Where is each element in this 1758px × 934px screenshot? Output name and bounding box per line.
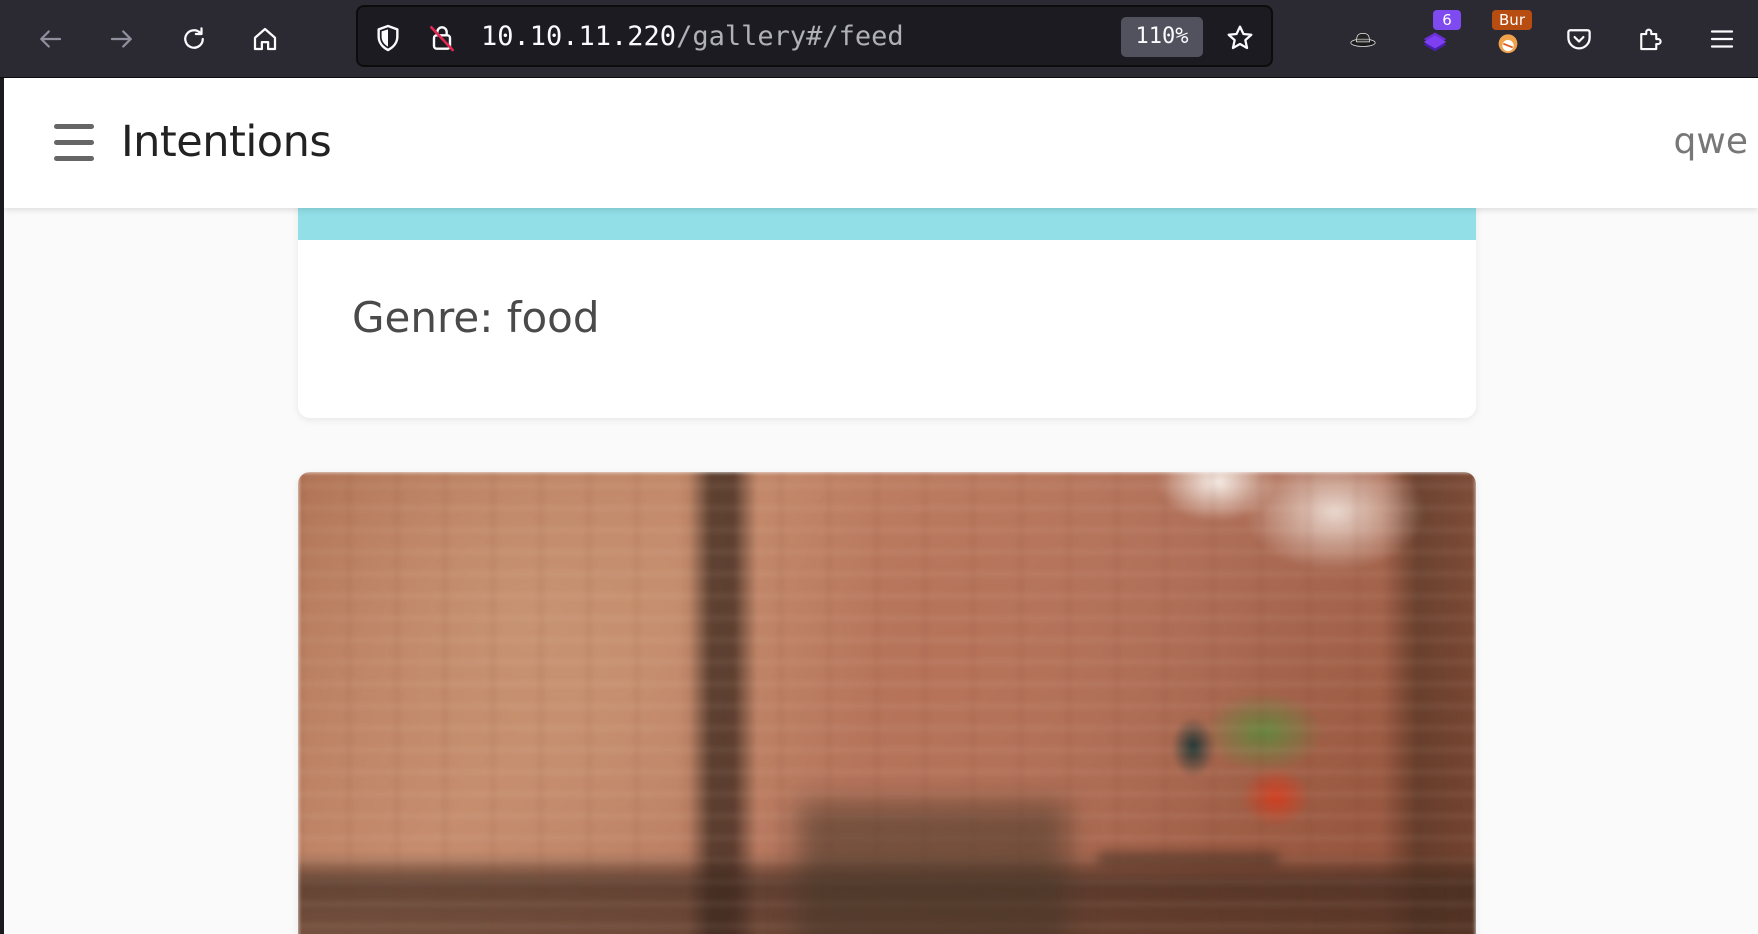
forward-button[interactable]	[100, 17, 144, 61]
url-path: /gallery#/feed	[676, 21, 904, 52]
shield-icon[interactable]	[370, 20, 406, 56]
url-text[interactable]: 10.10.11.220/gallery#/feed	[481, 20, 904, 54]
app-menu-button[interactable]	[1700, 17, 1744, 61]
hamburger-bar	[54, 140, 94, 145]
insecure-lock-icon[interactable]	[424, 20, 460, 56]
pocket-button[interactable]	[1557, 17, 1601, 61]
stack-extension-button[interactable]: 6	[1413, 10, 1461, 61]
fedora-hat-icon	[1350, 32, 1376, 47]
puzzle-piece-icon	[1640, 28, 1662, 51]
home-button[interactable]	[243, 17, 287, 61]
url-bar[interactable]: 10.10.11.220/gallery#/feed 110%	[356, 5, 1273, 67]
back-button[interactable]	[28, 17, 72, 61]
app-title: Intentions	[121, 117, 332, 167]
genre-label: Genre: food	[352, 293, 600, 342]
page-viewport[interactable]: Intentions qwe Genre: food	[4, 78, 1758, 934]
extensions-button[interactable]	[1628, 17, 1672, 61]
app-header: Intentions qwe	[4, 78, 1758, 208]
card-body: Genre: food	[298, 240, 1476, 418]
bookmark-star-icon[interactable]	[1222, 20, 1258, 56]
arrow-left-icon	[40, 30, 62, 48]
zoom-level-button[interactable]: 110%	[1121, 17, 1203, 57]
hamburger-menu-icon	[1710, 30, 1734, 48]
photo-detail	[1098, 852, 1278, 866]
reload-button[interactable]	[172, 17, 216, 61]
hamburger-bar	[54, 124, 94, 129]
nav-drawer-toggle[interactable]	[54, 124, 94, 162]
browser-toolbar: 10.10.11.220/gallery#/feed 110% 6 Bur	[0, 0, 1758, 78]
feed-card	[298, 472, 1476, 934]
user-menu[interactable]: qwe	[1674, 120, 1748, 164]
pocket-icon	[1567, 29, 1591, 50]
url-host: 10.10.11.220	[481, 21, 677, 52]
burp-extension-badge: Bur	[1492, 10, 1532, 30]
home-icon	[253, 27, 277, 51]
reload-icon	[184, 27, 204, 49]
burp-extension-button[interactable]: Bur	[1486, 10, 1532, 61]
hamburger-bar	[54, 156, 94, 161]
hat-extension-button[interactable]	[1341, 17, 1385, 61]
stack-extension-badge: 6	[1433, 10, 1461, 30]
photo-detail	[798, 802, 1068, 934]
arrow-right-icon	[110, 30, 132, 48]
